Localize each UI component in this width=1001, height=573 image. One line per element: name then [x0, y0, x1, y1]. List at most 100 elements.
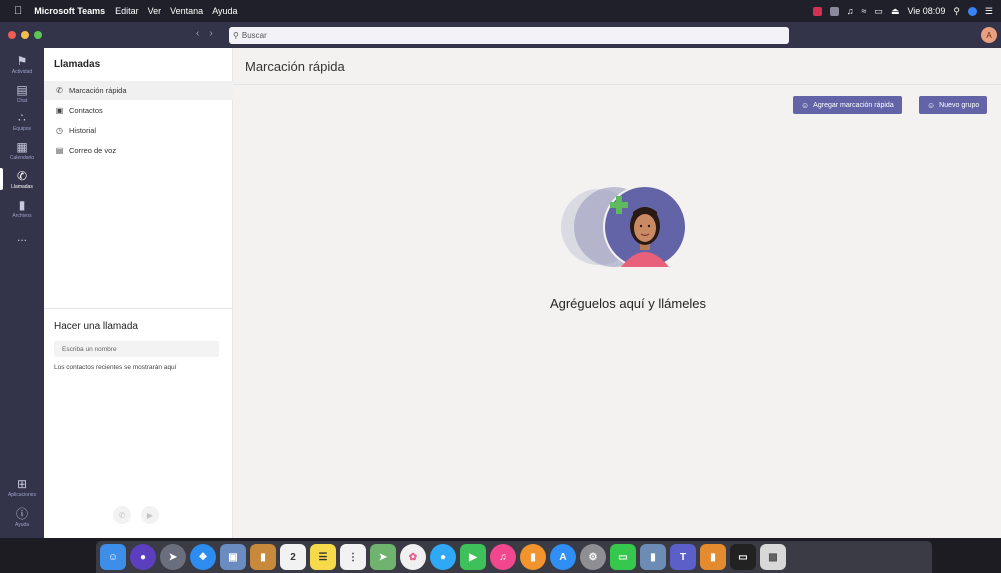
- nav-item-label: Contactos: [69, 106, 103, 115]
- menu-app-name[interactable]: Microsoft Teams: [34, 6, 105, 16]
- person-illustration-icon: [561, 185, 687, 269]
- menu-editar[interactable]: Editar: [115, 6, 139, 16]
- apps-icon: ⊞: [16, 477, 28, 491]
- rail-item-aplicaciones[interactable]: ⊞ Aplicaciones: [0, 477, 44, 499]
- name-input[interactable]: Escriba un nombre: [54, 341, 219, 357]
- volume-icon[interactable]: ♫: [847, 6, 854, 16]
- add-speed-dial-button[interactable]: ☺ Agregar marcación rápida: [793, 96, 902, 114]
- safari-icon[interactable]: ❖: [190, 544, 216, 570]
- status-app-icon[interactable]: [812, 6, 822, 16]
- menubar-clock[interactable]: Vie 08:09: [907, 6, 945, 16]
- nav-item-correo-de-voz[interactable]: ▤ Correo de voz: [44, 141, 233, 160]
- nav-item-contactos[interactable]: ▣ Contactos: [44, 101, 233, 120]
- minimize-window-button[interactable]: [21, 31, 29, 39]
- avatar[interactable]: A: [981, 27, 997, 43]
- utility-icon[interactable]: ▮: [640, 544, 666, 570]
- macos-dock: ☺ ● ➤ ❖ ▣ ▮ 2 ☰ ⋮ ➤ ✿ ● ▶ ♫ ▮ A ⚙ ▭ ▮ T …: [96, 541, 932, 573]
- header-divider: [233, 84, 1001, 85]
- spotlight-icon[interactable]: ⚲: [953, 6, 960, 17]
- rail-label: Chat: [16, 98, 28, 104]
- system-preferences-icon[interactable]: ⚙: [580, 544, 606, 570]
- messages-icon[interactable]: ●: [430, 544, 456, 570]
- rail-more-button[interactable]: ...: [0, 231, 44, 244]
- rail-item-equipos[interactable]: ∴ Equipos: [0, 112, 44, 133]
- menu-ventana[interactable]: Ventana: [170, 6, 203, 16]
- rail-item-llamadas[interactable]: ✆ Llamadas: [0, 169, 44, 191]
- contacts-icon: ▣: [55, 106, 64, 115]
- calendar-app-icon[interactable]: 2: [280, 544, 306, 570]
- add-person-icon: ☺: [801, 100, 810, 110]
- mac-menubar:  Microsoft Teams Editar Ver Ventana Ayu…: [0, 0, 1001, 22]
- trash-icon[interactable]: ▩: [760, 544, 786, 570]
- rail-label: Ayuda: [14, 522, 30, 528]
- rail-label: Llamadas: [11, 184, 33, 190]
- photo-browser-icon[interactable]: ▣: [220, 544, 246, 570]
- rail-item-calendario[interactable]: ▦ Calendario: [0, 140, 44, 162]
- books-icon[interactable]: ▮: [520, 544, 546, 570]
- nav-item-label: Correo de voz: [69, 146, 117, 155]
- status-grid-icon[interactable]: [829, 6, 839, 16]
- make-call-title: Hacer una llamada: [54, 321, 138, 332]
- panel-title: Llamadas: [54, 59, 101, 70]
- finder-icon[interactable]: ☺: [100, 544, 126, 570]
- rail-item-ayuda[interactable]: ⓘ Ayuda: [0, 508, 44, 529]
- empty-state-title: Agréguelos aquí y llámeles: [549, 296, 707, 311]
- bell-icon: ⚑: [16, 54, 28, 68]
- call-buttons: ✆ ▶: [113, 506, 159, 524]
- rail-label: Calendario: [9, 155, 35, 161]
- phone-icon: ✆: [118, 510, 126, 520]
- rail-item-actividad[interactable]: ⚑ Actividad: [0, 54, 44, 76]
- reminders-icon[interactable]: ⋮: [340, 544, 366, 570]
- chat-icon: ▤: [16, 83, 28, 97]
- siri-icon[interactable]: [967, 6, 977, 16]
- notes-icon[interactable]: ☰: [310, 544, 336, 570]
- nav-item-historial[interactable]: ◷ Historial: [44, 121, 233, 140]
- more-icon: ...: [16, 230, 27, 244]
- history-icon: ◷: [56, 126, 63, 135]
- add-group-icon: ☺: [927, 100, 936, 110]
- facetime-icon[interactable]: ▶: [460, 544, 486, 570]
- forward-arrow-icon[interactable]: ›: [209, 28, 212, 39]
- close-window-button[interactable]: [8, 31, 16, 39]
- eject-icon[interactable]: ⏏: [891, 6, 900, 17]
- rail-item-chat[interactable]: ▤ Chat: [0, 83, 44, 105]
- calendar-icon: ▦: [16, 140, 28, 154]
- contacts-book-icon[interactable]: ▮: [250, 544, 276, 570]
- microsoft-teams-icon[interactable]: T: [670, 544, 696, 570]
- button-label: Agregar marcación rápida: [813, 101, 894, 109]
- zoom-window-button[interactable]: [34, 31, 42, 39]
- apple-icon[interactable]: : [14, 5, 22, 17]
- terminal-icon[interactable]: ▭: [730, 544, 756, 570]
- back-arrow-icon[interactable]: ‹: [196, 28, 199, 39]
- notification-center-icon[interactable]: ☰: [985, 6, 993, 17]
- terminal-green-icon[interactable]: ▭: [610, 544, 636, 570]
- page-title: Marcación rápida: [245, 59, 345, 74]
- wifi-icon[interactable]: ≈: [861, 6, 866, 16]
- video-call-button[interactable]: ▶: [141, 506, 159, 524]
- launchpad-icon[interactable]: ➤: [160, 544, 186, 570]
- window-controls: [8, 31, 42, 39]
- nav-item-label: Historial: [69, 126, 97, 135]
- phone-icon: ✆: [56, 86, 63, 95]
- history-nav: ‹ ›: [196, 28, 213, 39]
- phone-icon: ✆: [16, 169, 28, 183]
- photos-icon[interactable]: ✿: [400, 544, 426, 570]
- siri-icon[interactable]: ●: [130, 544, 156, 570]
- menu-ayuda[interactable]: Ayuda: [212, 6, 237, 16]
- airplay-icon[interactable]: ▭: [874, 6, 883, 17]
- search-input[interactable]: ⚲ Buscar: [229, 27, 789, 44]
- recent-contacts-text: Los contactos recientes se mostrarán aqu…: [54, 364, 177, 371]
- downloads-folder-icon[interactable]: ▮: [700, 544, 726, 570]
- menubar-status-area: ♫ ≈ ▭ ⏏ Vie 08:09 ⚲ ☰: [812, 0, 993, 22]
- rail-item-archivos[interactable]: ▮ Archivos: [0, 198, 44, 220]
- maps-icon[interactable]: ➤: [370, 544, 396, 570]
- menu-ver[interactable]: Ver: [148, 6, 162, 16]
- video-camera-icon: ▶: [146, 510, 154, 520]
- music-icon[interactable]: ♫: [490, 544, 516, 570]
- app-store-icon[interactable]: A: [550, 544, 576, 570]
- new-group-button[interactable]: ☺ Nuevo grupo: [919, 96, 988, 114]
- files-icon: ▮: [18, 198, 26, 212]
- audio-call-button[interactable]: ✆: [113, 506, 131, 524]
- nav-item-marcacion-rapida[interactable]: ✆ Marcación rápida: [44, 81, 233, 100]
- search-icon: ⚲: [233, 31, 239, 40]
